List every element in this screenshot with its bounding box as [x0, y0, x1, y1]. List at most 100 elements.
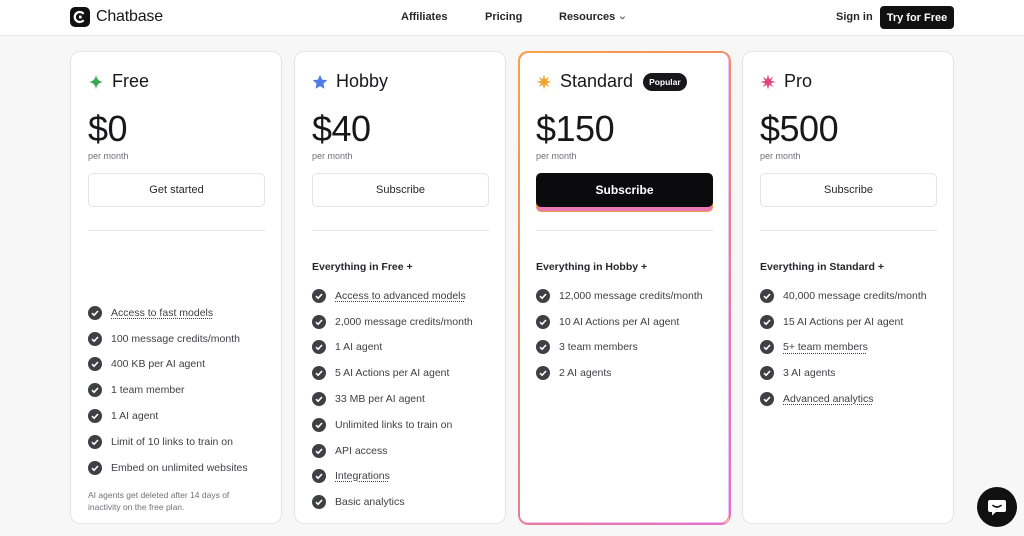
feature-list: Everything in Standard + 40,000 message …	[760, 257, 946, 412]
subscribe-button[interactable]: Subscribe	[312, 173, 489, 207]
feature-text: Limit of 10 links to train on	[111, 435, 233, 448]
feature-text: 2 AI agents	[559, 367, 612, 380]
check-circle-icon	[312, 340, 326, 355]
feature-list: Everything in Hobby + 12,000 message cre…	[536, 257, 722, 386]
feature-item: 3 team members	[536, 335, 722, 361]
plan-card-standard: Standard Popular $150 per month Subscrib…	[518, 51, 730, 524]
chatbase-logo[interactable]: Chatbase	[70, 7, 163, 27]
feature-text: Embed on unlimited websites	[111, 461, 248, 474]
plan-price: $150	[536, 108, 615, 149]
top-navbar: Chatbase Affiliates Pricing Resources Si…	[0, 0, 1024, 36]
check-circle-icon	[760, 288, 774, 303]
check-circle-icon	[312, 443, 326, 458]
check-circle-icon	[88, 434, 102, 449]
feature-item: 1 team member	[88, 377, 274, 403]
free-plan-note: AI agents get deleted after 14 days of i…	[88, 489, 230, 512]
logo-icon	[70, 7, 90, 27]
chat-icon	[988, 500, 1006, 516]
nav-link-affiliates[interactable]: Affiliates	[401, 11, 447, 23]
check-circle-icon	[536, 366, 550, 381]
feature-item: 100 message credits/month	[88, 326, 274, 352]
divider	[88, 230, 265, 231]
plan-header: Free	[88, 71, 149, 92]
sign-in-link[interactable]: Sign in	[836, 11, 873, 23]
feature-item: 400 KB per AI agent	[88, 352, 274, 378]
price-period: per month	[760, 151, 801, 161]
feature-text: 40,000 message credits/month	[783, 289, 927, 302]
plan-card-pro: Pro $500 per month Subscribe Everything …	[742, 51, 954, 524]
nav-link-label: Pricing	[485, 11, 523, 23]
feature-item: 12,000 message credits/month	[536, 283, 722, 309]
get-started-button[interactable]: Get started	[88, 173, 265, 207]
nav-link-pricing[interactable]: Pricing	[485, 11, 522, 23]
feature-text: 1 AI agent	[111, 410, 159, 423]
feature-text: 5 AI Actions per AI agent	[335, 367, 450, 380]
nav-link-label: Affiliates	[401, 11, 448, 23]
feature-item: 2,000 message credits/month	[312, 309, 498, 335]
nav-link-label: Resources	[559, 11, 616, 23]
price-period: per month	[88, 151, 129, 161]
burst-icon	[536, 74, 552, 89]
check-circle-icon	[760, 340, 774, 355]
plan-name: Standard	[560, 71, 634, 91]
check-circle-icon	[760, 392, 774, 407]
feature-item: 1 AI agent	[312, 335, 498, 361]
feature-item: API access	[312, 438, 498, 464]
feature-item: Embed on unlimited websites	[88, 455, 274, 481]
feature-item[interactable]: 5+ team members	[760, 335, 946, 361]
feature-text: 1 AI agent	[335, 341, 383, 354]
price-period: per month	[536, 151, 577, 161]
feature-text: 1 team member	[111, 384, 185, 397]
feature-list: Access to fast models 100 message credit…	[88, 300, 274, 513]
plan-name: Pro	[784, 71, 813, 91]
check-circle-icon	[88, 305, 102, 320]
plan-price: $500	[760, 108, 839, 149]
feature-item[interactable]: Integrations	[312, 464, 498, 490]
subscribe-button[interactable]: Subscribe	[760, 173, 937, 207]
plan-price: $40	[312, 108, 371, 149]
check-circle-icon	[312, 366, 326, 381]
check-circle-icon	[312, 288, 326, 303]
check-circle-icon	[88, 460, 102, 475]
feature-text: 10 AI Actions per AI agent	[559, 315, 680, 328]
feature-item: Unlimited links to train on	[312, 412, 498, 438]
feature-item[interactable]: Advanced analytics	[760, 386, 946, 412]
check-circle-icon	[88, 357, 102, 372]
check-circle-icon	[312, 469, 326, 484]
feature-item[interactable]: Access to advanced models	[312, 283, 498, 309]
feature-text: Access to fast models	[111, 306, 214, 319]
feature-text: 400 KB per AI agent	[111, 358, 205, 371]
feature-text: API access	[335, 444, 388, 457]
price-period: per month	[312, 151, 353, 161]
feature-text: 12,000 message credits/month	[559, 289, 703, 302]
feature-item: 33 MB per AI agent	[312, 386, 498, 412]
feature-text: Basic analytics	[335, 496, 405, 509]
star-icon	[312, 74, 328, 89]
feature-text: 2,000 message credits/month	[335, 315, 473, 328]
feature-item: 1 AI agent	[88, 403, 274, 429]
feature-text: 5+ team members	[783, 341, 868, 354]
feature-item: 10 AI Actions per AI agent	[536, 309, 722, 335]
plan-header: Standard Popular	[536, 71, 687, 92]
feature-text: 100 message credits/month	[111, 332, 240, 345]
nav-link-resources[interactable]: Resources	[559, 11, 626, 23]
divider	[536, 230, 713, 231]
subscribe-button[interactable]: Subscribe	[536, 173, 713, 207]
feature-item: Limit of 10 links to train on	[88, 429, 274, 455]
feature-list: Everything in Free + Access to advanced …	[312, 257, 498, 515]
try-for-free-button[interactable]: Try for Free	[880, 6, 954, 29]
brand-name: Chatbase	[96, 8, 163, 25]
feature-list-header: Everything in Free +	[312, 261, 413, 273]
feature-item: 15 AI Actions per AI agent	[760, 309, 946, 335]
check-circle-icon	[760, 366, 774, 381]
check-circle-icon	[312, 392, 326, 407]
plan-card-hobby: Hobby $40 per month Subscribe Everything…	[294, 51, 506, 524]
feature-item: 3 AI agents	[760, 360, 946, 386]
feature-item[interactable]: Access to fast models	[88, 300, 274, 326]
feature-item: Basic analytics	[312, 489, 498, 515]
sparkle-icon	[88, 74, 104, 89]
check-circle-icon	[536, 340, 550, 355]
feature-text: Advanced analytics	[783, 393, 874, 406]
check-circle-icon	[536, 288, 550, 303]
chat-widget-button[interactable]	[977, 487, 1017, 527]
